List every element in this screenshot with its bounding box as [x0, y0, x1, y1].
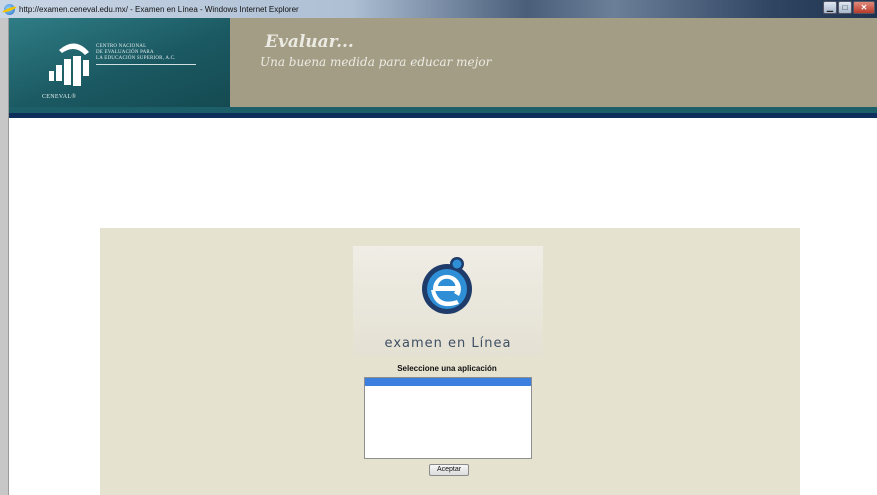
application-listbox[interactable]	[364, 377, 532, 459]
examen-en-linea-icon	[422, 257, 472, 314]
brand-name: CENEVAL®	[42, 94, 77, 100]
minimize-button[interactable]: ▁	[823, 1, 837, 14]
ceneval-logo-icon	[49, 43, 89, 86]
application-option-selected[interactable]	[365, 378, 531, 386]
accept-button[interactable]: Aceptar	[429, 464, 469, 476]
maximize-button[interactable]: □	[838, 1, 852, 14]
window-left-frame	[0, 18, 9, 495]
org-line-3: LA EDUCACIÓN SUPERIOR, A.C.	[96, 56, 176, 61]
internet-explorer-icon	[4, 3, 15, 15]
exam-logo-text: examen en Línea	[384, 336, 512, 351]
site-header: CENTRO NACIONAL DE EVALUACIÓN PARA LA ED…	[9, 18, 877, 107]
exam-logo: examen en Línea	[353, 246, 543, 356]
close-button[interactable]: ✕	[853, 1, 875, 14]
slogan-title: Evaluar...	[265, 32, 354, 52]
header-divider-navy	[9, 113, 877, 118]
window-title: http://examen.ceneval.edu.mx/ - Examen e…	[19, 4, 299, 14]
window-controls: ▁ □ ✕	[823, 1, 875, 14]
ceneval-logo[interactable]: CENTRO NACIONAL DE EVALUACIÓN PARA LA ED…	[9, 18, 230, 107]
logo-divider	[96, 64, 196, 65]
organization-name: CENTRO NACIONAL DE EVALUACIÓN PARA LA ED…	[96, 44, 206, 62]
window-titlebar: http://examen.ceneval.edu.mx/ - Examen e…	[0, 0, 877, 18]
slogan-subtitle: Una buena medida para educar mejor	[260, 55, 492, 69]
main-panel: examen en Línea Seleccione una aplicació…	[100, 228, 800, 495]
select-application-label: Seleccione una aplicación	[397, 364, 497, 373]
